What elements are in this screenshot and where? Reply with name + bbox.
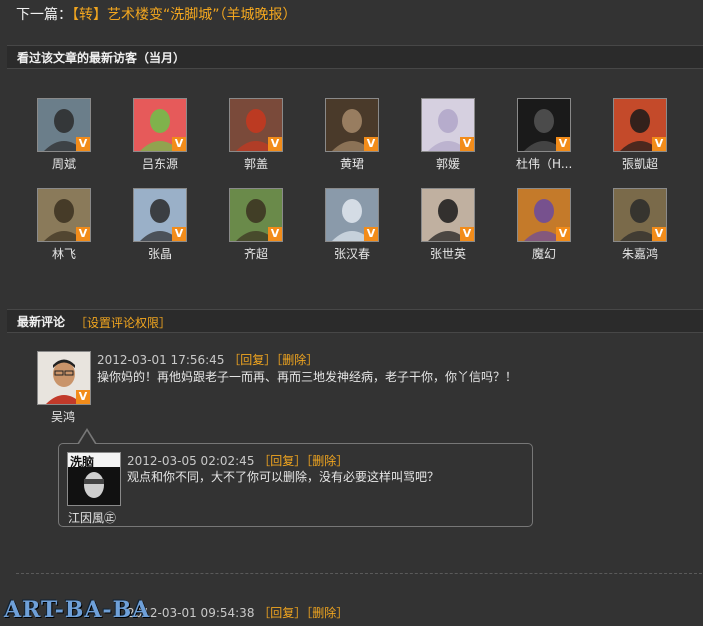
reply-bubble-tail-inner [79, 431, 95, 444]
visitor-item[interactable]: V 齐超 [228, 188, 284, 262]
visitor-name[interactable]: 吕东源 [132, 155, 188, 172]
reply-text: 观点和你不同，大不了你可以删除，没有必要这样叫骂吧？ [127, 470, 440, 484]
visitor-name[interactable]: 黄珺 [324, 155, 380, 172]
visitor-avatar[interactable]: V [37, 188, 91, 242]
reply-meta: 2012-03-05 02:02:45 ［回复］［删除］ [127, 452, 348, 469]
commenter-name[interactable]: 吴鸿 [51, 408, 75, 425]
reply-button-2[interactable]: ［回复］ [258, 606, 306, 620]
avatar-caption: 洗脑 [70, 455, 95, 469]
visitors-section-header: 看过该文章的最新访客（当月） [7, 45, 703, 69]
next-article-prefix: 下一篇： [16, 7, 72, 23]
comment-permission-link[interactable]: ［设置评论权限］ [75, 314, 171, 331]
verified-badge: V [76, 227, 90, 241]
comments-section-header: 最新评论 ［设置评论权限］ [7, 309, 703, 333]
visitor-avatar[interactable]: V [229, 188, 283, 242]
visitors-section-title: 看过该文章的最新访客（当月） [17, 51, 186, 65]
visitor-item[interactable]: V 魔幻 [516, 188, 572, 262]
visitor-avatar[interactable]: V [37, 98, 91, 152]
visitor-item[interactable]: V 張凱超 [612, 98, 668, 172]
visitor-item[interactable]: V 杜伟（H... [516, 98, 572, 172]
next-article-nav: 下一篇：【转】艺术楼变“洗脚城”（羊城晚报） [16, 4, 297, 24]
visitor-item[interactable]: V 朱嘉鸿 [612, 188, 668, 262]
verified-badge: V [172, 227, 186, 241]
comment-divider [16, 573, 702, 574]
visitor-item[interactable]: V 张汉春 [324, 188, 380, 262]
visitor-avatar[interactable]: V [421, 98, 475, 152]
comment-meta: 2012-03-01 17:56:45 ［回复］［删除］ [97, 351, 318, 368]
site-watermark: ART-BA-BA [4, 597, 151, 623]
visitor-avatar[interactable]: V [613, 188, 667, 242]
verified-badge: V [556, 227, 570, 241]
visitor-avatar[interactable]: V [133, 98, 187, 152]
visitor-name[interactable]: 林飞 [36, 245, 92, 262]
reply-button[interactable]: ［回复］ [228, 353, 276, 367]
visitor-name[interactable]: 张世英 [420, 245, 476, 262]
visitor-name[interactable]: 张晶 [132, 245, 188, 262]
reply-delete-button[interactable]: ［删除］ [306, 454, 348, 468]
reply-author-avatar[interactable]: 洗脑 [67, 452, 121, 506]
visitor-name[interactable]: 齐超 [228, 245, 284, 262]
visitor-avatar[interactable]: V [325, 98, 379, 152]
visitor-name[interactable]: 杜伟（H... [516, 155, 572, 172]
visitor-avatar[interactable]: V [229, 98, 283, 152]
visitor-item[interactable]: V 林飞 [36, 188, 92, 262]
visitor-item[interactable]: V 郭媛 [420, 98, 476, 172]
visitor-name[interactable]: 朱嘉鸿 [612, 245, 668, 262]
visitor-avatar[interactable]: V [517, 188, 571, 242]
verified-badge: V [268, 137, 282, 151]
verified-badge: V [364, 137, 378, 151]
visitor-avatar[interactable]: V [613, 98, 667, 152]
verified-badge: V [556, 137, 570, 151]
delete-button-2[interactable]: ［删除］ [306, 606, 348, 620]
verified-badge: V [652, 137, 666, 151]
visitor-avatar[interactable]: V [421, 188, 475, 242]
verified-badge: V [76, 137, 90, 151]
verified-badge: V [460, 227, 474, 241]
verified-badge: V [652, 227, 666, 241]
visitor-item[interactable]: V 吕东源 [132, 98, 188, 172]
verified-badge: V [364, 227, 378, 241]
visitor-item[interactable]: V 黄珺 [324, 98, 380, 172]
visitor-avatar[interactable]: V [325, 188, 379, 242]
next-article-link[interactable]: 【转】艺术楼变“洗脚城”（羊城晚报） [72, 7, 297, 23]
visitor-name[interactable]: 魔幻 [516, 245, 572, 262]
visitor-name[interactable]: 张汉春 [324, 245, 380, 262]
visitor-item[interactable]: V 郭盖 [228, 98, 284, 172]
delete-button[interactable]: ［删除］ [276, 353, 318, 367]
verified-badge: V [76, 390, 90, 404]
visitor-avatar[interactable]: V [517, 98, 571, 152]
reply-author-name[interactable]: 江因風㊣ [68, 509, 116, 526]
commenter-avatar[interactable]: V [37, 351, 91, 405]
comment-text: 操你妈的！再他妈跟老子一而再、再而三地发神经病，老子干你，你丫信吗？！ [97, 370, 518, 384]
comments-section-title: 最新评论 [17, 315, 66, 329]
comment-time: 2012-03-01 17:56:45 [97, 353, 225, 367]
verified-badge: V [268, 227, 282, 241]
reply-reply-button[interactable]: ［回复］ [258, 454, 306, 468]
visitor-avatar[interactable]: V [133, 188, 187, 242]
verified-badge: V [172, 137, 186, 151]
visitor-name[interactable]: 周斌 [36, 155, 92, 172]
verified-badge: V [460, 137, 474, 151]
visitor-item[interactable]: V 张世英 [420, 188, 476, 262]
visitor-item[interactable]: V 周斌 [36, 98, 92, 172]
comment-meta-2: 2012-03-01 09:54:38 ［回复］［删除］ [127, 604, 348, 621]
visitor-name[interactable]: 張凱超 [612, 155, 668, 172]
visitor-item[interactable]: V 张晶 [132, 188, 188, 262]
visitor-name[interactable]: 郭盖 [228, 155, 284, 172]
reply-time: 2012-03-05 02:02:45 [127, 454, 255, 468]
visitor-name[interactable]: 郭媛 [420, 155, 476, 172]
